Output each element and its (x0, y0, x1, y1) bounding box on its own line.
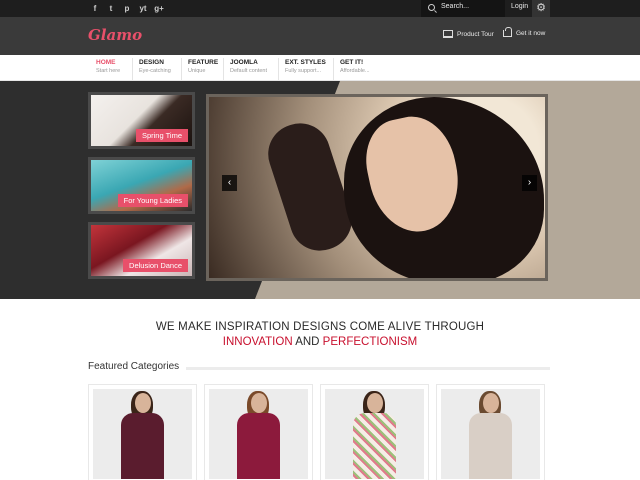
nav-title: GET IT! (340, 59, 364, 66)
category-card[interactable] (204, 384, 313, 480)
category-image (93, 389, 192, 479)
nav-desc: Start here (96, 68, 121, 74)
google-plus-icon[interactable]: g+ (151, 0, 167, 17)
category-card[interactable] (88, 384, 197, 480)
slider-next-button[interactable]: › (522, 175, 537, 191)
nav-desc: Fully support... (285, 68, 322, 74)
model-head (482, 393, 499, 413)
model-dress (352, 413, 397, 479)
search-placeholder: Search... (441, 3, 470, 10)
tagline-highlight-perfectionism: PERFECTIONISM (322, 336, 418, 348)
nav-item-home[interactable]: HOME Start here (90, 58, 120, 80)
tagline-line-2: INNOVATION AND PERFECTIONISM (0, 336, 640, 348)
search-input[interactable]: Search... (421, 0, 505, 17)
nav-title: JOOMLA (230, 59, 258, 66)
tagline-highlight-innovation: INNOVATION (222, 336, 293, 348)
tagline-and: AND (295, 336, 320, 348)
model-dress (120, 413, 165, 479)
nav-desc: Default content (230, 68, 267, 74)
search-icon (428, 4, 435, 11)
thumb-spring-time[interactable]: Spring Time (88, 92, 195, 149)
nav-item-get-it[interactable]: GET IT! Affordable... (333, 58, 370, 80)
nav-item-ext-styles[interactable]: EXT. STYLES Fully support... (278, 58, 326, 80)
hero-slider[interactable]: ‹ › (206, 94, 548, 281)
slider-prev-button[interactable]: ‹ (222, 175, 237, 191)
nav-item-joomla[interactable]: JOOMLA Default content (223, 58, 267, 80)
get-it-now-label: Get it now (516, 30, 546, 37)
category-image (325, 389, 424, 479)
nav-title: EXT. STYLES (285, 59, 326, 66)
model-dress (468, 413, 513, 479)
get-it-now-link[interactable]: Get it now (503, 27, 546, 37)
category-image (441, 389, 540, 479)
youtube-icon[interactable]: yt (135, 0, 151, 17)
nav-title: HOME (96, 59, 116, 66)
product-tour-label: Product Tour (457, 30, 494, 38)
nav-title: DESIGN (139, 59, 164, 66)
thumb-caption: Delusion Dance (123, 259, 188, 272)
top-bar: f t p yt g+ Search... Login ⚙ (0, 0, 640, 17)
logo[interactable]: Glamo (88, 26, 142, 44)
thumb-delusion-dance[interactable]: Delusion Dance (88, 222, 195, 279)
pinterest-icon[interactable]: p (119, 0, 135, 17)
nav-desc: Affordable... (340, 68, 370, 74)
category-card[interactable] (320, 384, 429, 480)
nav-desc: Unique (188, 68, 206, 74)
model-head (366, 393, 383, 413)
header: Glamo Product Tour Get it now (0, 17, 640, 55)
model-head (134, 393, 151, 413)
login-link[interactable]: Login (511, 3, 528, 10)
social-links: f t p yt g+ (87, 0, 167, 17)
thumb-caption: For Young Ladies (117, 194, 188, 207)
hero-section: Spring Time For Young Ladies Delusion Da… (0, 81, 640, 299)
nav-item-feature[interactable]: FEATURE Unique (181, 58, 218, 80)
thumb-caption: Spring Time (135, 129, 188, 142)
monitor-icon (443, 30, 453, 38)
twitter-icon[interactable]: t (103, 0, 119, 17)
model-head (250, 393, 267, 413)
thumb-young-ladies[interactable]: For Young Ladies (88, 157, 195, 214)
featured-title: Featured Categories (88, 361, 180, 372)
nav-title: FEATURE (188, 59, 219, 66)
gear-icon[interactable]: ⚙ (532, 0, 550, 17)
nav-desc: Eye-catching (139, 68, 171, 74)
category-image (209, 389, 308, 479)
product-tour-link[interactable]: Product Tour (443, 30, 494, 38)
nav-item-design[interactable]: DESIGN Eye-catching (132, 58, 171, 80)
basket-icon (503, 27, 512, 37)
main-nav: HOME Start here DESIGN Eye-catching FEAT… (0, 55, 640, 81)
model-dress (236, 413, 281, 479)
featured-divider (186, 367, 550, 370)
tagline-line-1: WE MAKE INSPIRATION DESIGNS COME ALIVE T… (155, 321, 485, 333)
category-card[interactable] (436, 384, 545, 480)
facebook-icon[interactable]: f (87, 0, 103, 17)
